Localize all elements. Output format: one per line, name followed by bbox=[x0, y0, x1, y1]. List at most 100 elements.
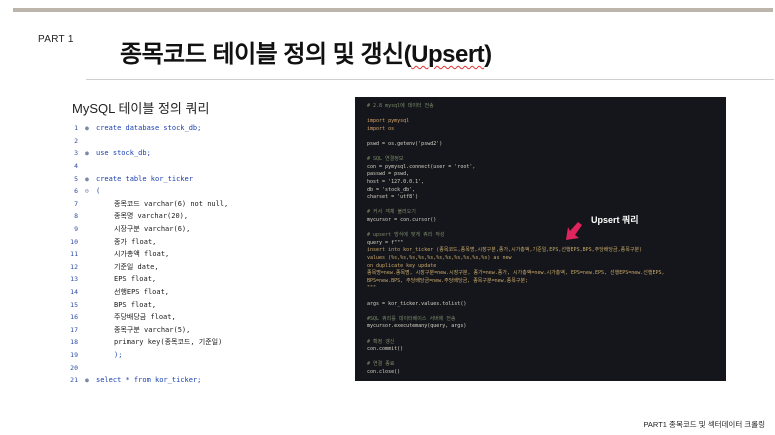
sql-code: 종목구분 varchar(5), bbox=[114, 325, 191, 334]
python-code-line: query = f""" bbox=[367, 239, 404, 246]
python-code-line: """ bbox=[367, 285, 377, 292]
line-number: 12 bbox=[70, 262, 78, 271]
sql-code: ( bbox=[96, 187, 101, 196]
title-upsert: Upsert bbox=[411, 41, 485, 68]
sql-code: select * from kor_ticker; bbox=[96, 376, 202, 385]
python-code-line: on duplicate key update bbox=[367, 262, 437, 269]
part-label: PART 1 bbox=[38, 34, 74, 45]
python-code-line: # 커서 객체 불러오기 bbox=[367, 209, 416, 216]
line-number: 11 bbox=[70, 250, 78, 259]
line-number: 18 bbox=[70, 338, 78, 347]
line-number: 21 bbox=[70, 376, 78, 385]
sql-line: 4 bbox=[62, 160, 96, 173]
python-code-line: con = pymysql.connect(user = 'root', bbox=[367, 163, 476, 170]
line-number: 4 bbox=[74, 162, 78, 171]
mysql-heading: MySQL 테이블 정의 쿼리 bbox=[72, 101, 210, 116]
sql-code: 종가 float, bbox=[114, 237, 157, 246]
title-tail: ) bbox=[484, 41, 492, 68]
sql-code: use stock_db; bbox=[96, 149, 151, 158]
line-number: 8 bbox=[74, 212, 78, 221]
line-number: 1 bbox=[74, 124, 78, 133]
mysql-code-block: 1 ● create database stock_db; 2 3 ● use stock_… bbox=[62, 122, 352, 390]
sql-code: create table kor_ticker bbox=[96, 174, 193, 183]
python-code-line: mycursor.executemany(query, args) bbox=[367, 323, 467, 330]
fold-marker: ● bbox=[85, 376, 89, 385]
fold-marker: ⊖ bbox=[85, 187, 89, 196]
sql-code: 시가총액 float, bbox=[114, 250, 170, 259]
sql-code: 종목명 varchar(20), bbox=[114, 212, 189, 221]
slide-title: 종목코드 테이블 정의 및 갱신(Upsert) bbox=[120, 34, 492, 69]
sql-line: 1 ● create database stock_db; bbox=[62, 122, 201, 135]
title-divider bbox=[86, 79, 774, 80]
sql-line: 15 BPS float, bbox=[62, 298, 156, 311]
python-code-line: import os bbox=[367, 125, 395, 132]
sql-code: 기준일 date, bbox=[114, 262, 159, 271]
sql-line: 2 bbox=[62, 135, 96, 148]
python-code-line: # SQL 연결정보 bbox=[367, 156, 404, 163]
top-divider bbox=[13, 8, 773, 12]
fold-marker: ● bbox=[85, 174, 89, 183]
python-code-line: # 확정 갱신 bbox=[367, 338, 395, 345]
sql-line: 21 ● select * from kor_ticker; bbox=[62, 374, 201, 387]
sql-line: 5 ● create table kor_ticker bbox=[62, 172, 193, 185]
footer-text: PART1 종목코드 및 섹터데이터 크롤링 bbox=[643, 420, 765, 429]
line-number: 13 bbox=[70, 275, 78, 284]
python-code-line: import pymysql bbox=[367, 118, 410, 125]
python-code-line: # upsert 방식에 맞게 쿼리 작성 bbox=[367, 232, 445, 239]
sql-line: 6 ⊖ ( bbox=[62, 185, 100, 198]
line-number: 16 bbox=[70, 313, 78, 322]
line-number: 3 bbox=[74, 149, 78, 158]
title-main: 종목코드 테이블 정의 및 갱신( bbox=[120, 41, 412, 68]
fold-marker: ● bbox=[85, 149, 89, 158]
python-code-line: mycursor = con.cursor() bbox=[367, 217, 437, 223]
line-number: 5 bbox=[74, 174, 78, 183]
sql-line: 17 종목구분 varchar(5), bbox=[62, 324, 190, 337]
line-number: 9 bbox=[74, 225, 78, 234]
python-code-line: host = '127.0.0.1', bbox=[367, 179, 425, 185]
sql-code: 시장구분 varchar(6), bbox=[114, 225, 191, 234]
sql-code: primary key(종목코드, 기준일) bbox=[114, 338, 223, 347]
sql-line: 9 시장구분 varchar(6), bbox=[62, 223, 190, 236]
sql-line: 14 선행EPS float, bbox=[62, 286, 169, 299]
line-number: 17 bbox=[70, 325, 78, 334]
python-code-line: pswd = os.getenv('pswd2') bbox=[367, 141, 443, 147]
python-code-line: con.close() bbox=[367, 369, 401, 375]
line-number: 10 bbox=[70, 237, 78, 246]
python-code-line: con.commit() bbox=[367, 346, 404, 353]
python-code-line: # 2.8 mysql에 데이터 전송 bbox=[367, 103, 434, 109]
line-number: 19 bbox=[70, 351, 78, 360]
line-number: 20 bbox=[70, 363, 78, 372]
sql-line: 10 종가 float, bbox=[62, 235, 156, 248]
line-number: 15 bbox=[70, 300, 78, 309]
upsert-annotation: Upsert 쿼리 bbox=[591, 215, 639, 225]
sql-line: 19); bbox=[62, 349, 122, 362]
sql-code: ); bbox=[114, 351, 123, 360]
python-code-line: charset = 'utf8') bbox=[367, 194, 419, 201]
sql-line: 18 primary key(종목코드, 기준일) bbox=[62, 336, 222, 349]
python-code-line: 종목명=new.종목명, 시장구분=new.시장구분, 종가=new.종가, 시… bbox=[367, 270, 665, 277]
sql-line: 12 기준일 date, bbox=[62, 261, 159, 274]
line-number: 7 bbox=[74, 199, 78, 208]
sql-code: 주당배당금 float, bbox=[114, 313, 176, 322]
sql-code: 선행EPS float, bbox=[114, 288, 170, 297]
fold-marker: ● bbox=[85, 124, 89, 133]
sql-line: 3 ● use stock_db; bbox=[62, 147, 151, 160]
python-code-line: #SQL 쿼리를 데이터베이스 서버에 전송 bbox=[367, 315, 456, 322]
sql-line: 8 종목명 varchar(20), bbox=[62, 210, 188, 223]
line-number: 2 bbox=[74, 136, 78, 145]
sql-line: 16 주당배당금 float, bbox=[62, 311, 176, 324]
sql-code: create database stock_db; bbox=[96, 124, 202, 133]
line-number: 6 bbox=[74, 187, 78, 196]
sql-line: 11 시가총액 float, bbox=[62, 248, 169, 261]
arrow-down-left-icon bbox=[566, 222, 582, 240]
sql-line: 13 EPS float, bbox=[62, 273, 156, 286]
sql-code: EPS float, bbox=[114, 275, 157, 284]
python-code-line: args = kor_ticker.values.tolist() bbox=[367, 300, 467, 307]
python-code-line: insert into kor_ticker (종목코드,종목명,시장구분,종가… bbox=[367, 247, 643, 254]
python-code-line: passwd = pswd, bbox=[367, 171, 410, 178]
python-code-line: BPS=new.BPS, 주당배당금=new.주당배당금, 종목구분=new.종… bbox=[367, 277, 529, 284]
python-code-line: db = 'stock_db', bbox=[367, 186, 416, 193]
python-code-line: values (%s,%s,%s,%s,%s,%s,%s,%s,%s,%s,%s… bbox=[367, 255, 512, 261]
sql-code: BPS float, bbox=[114, 300, 157, 309]
line-number: 14 bbox=[70, 288, 78, 297]
